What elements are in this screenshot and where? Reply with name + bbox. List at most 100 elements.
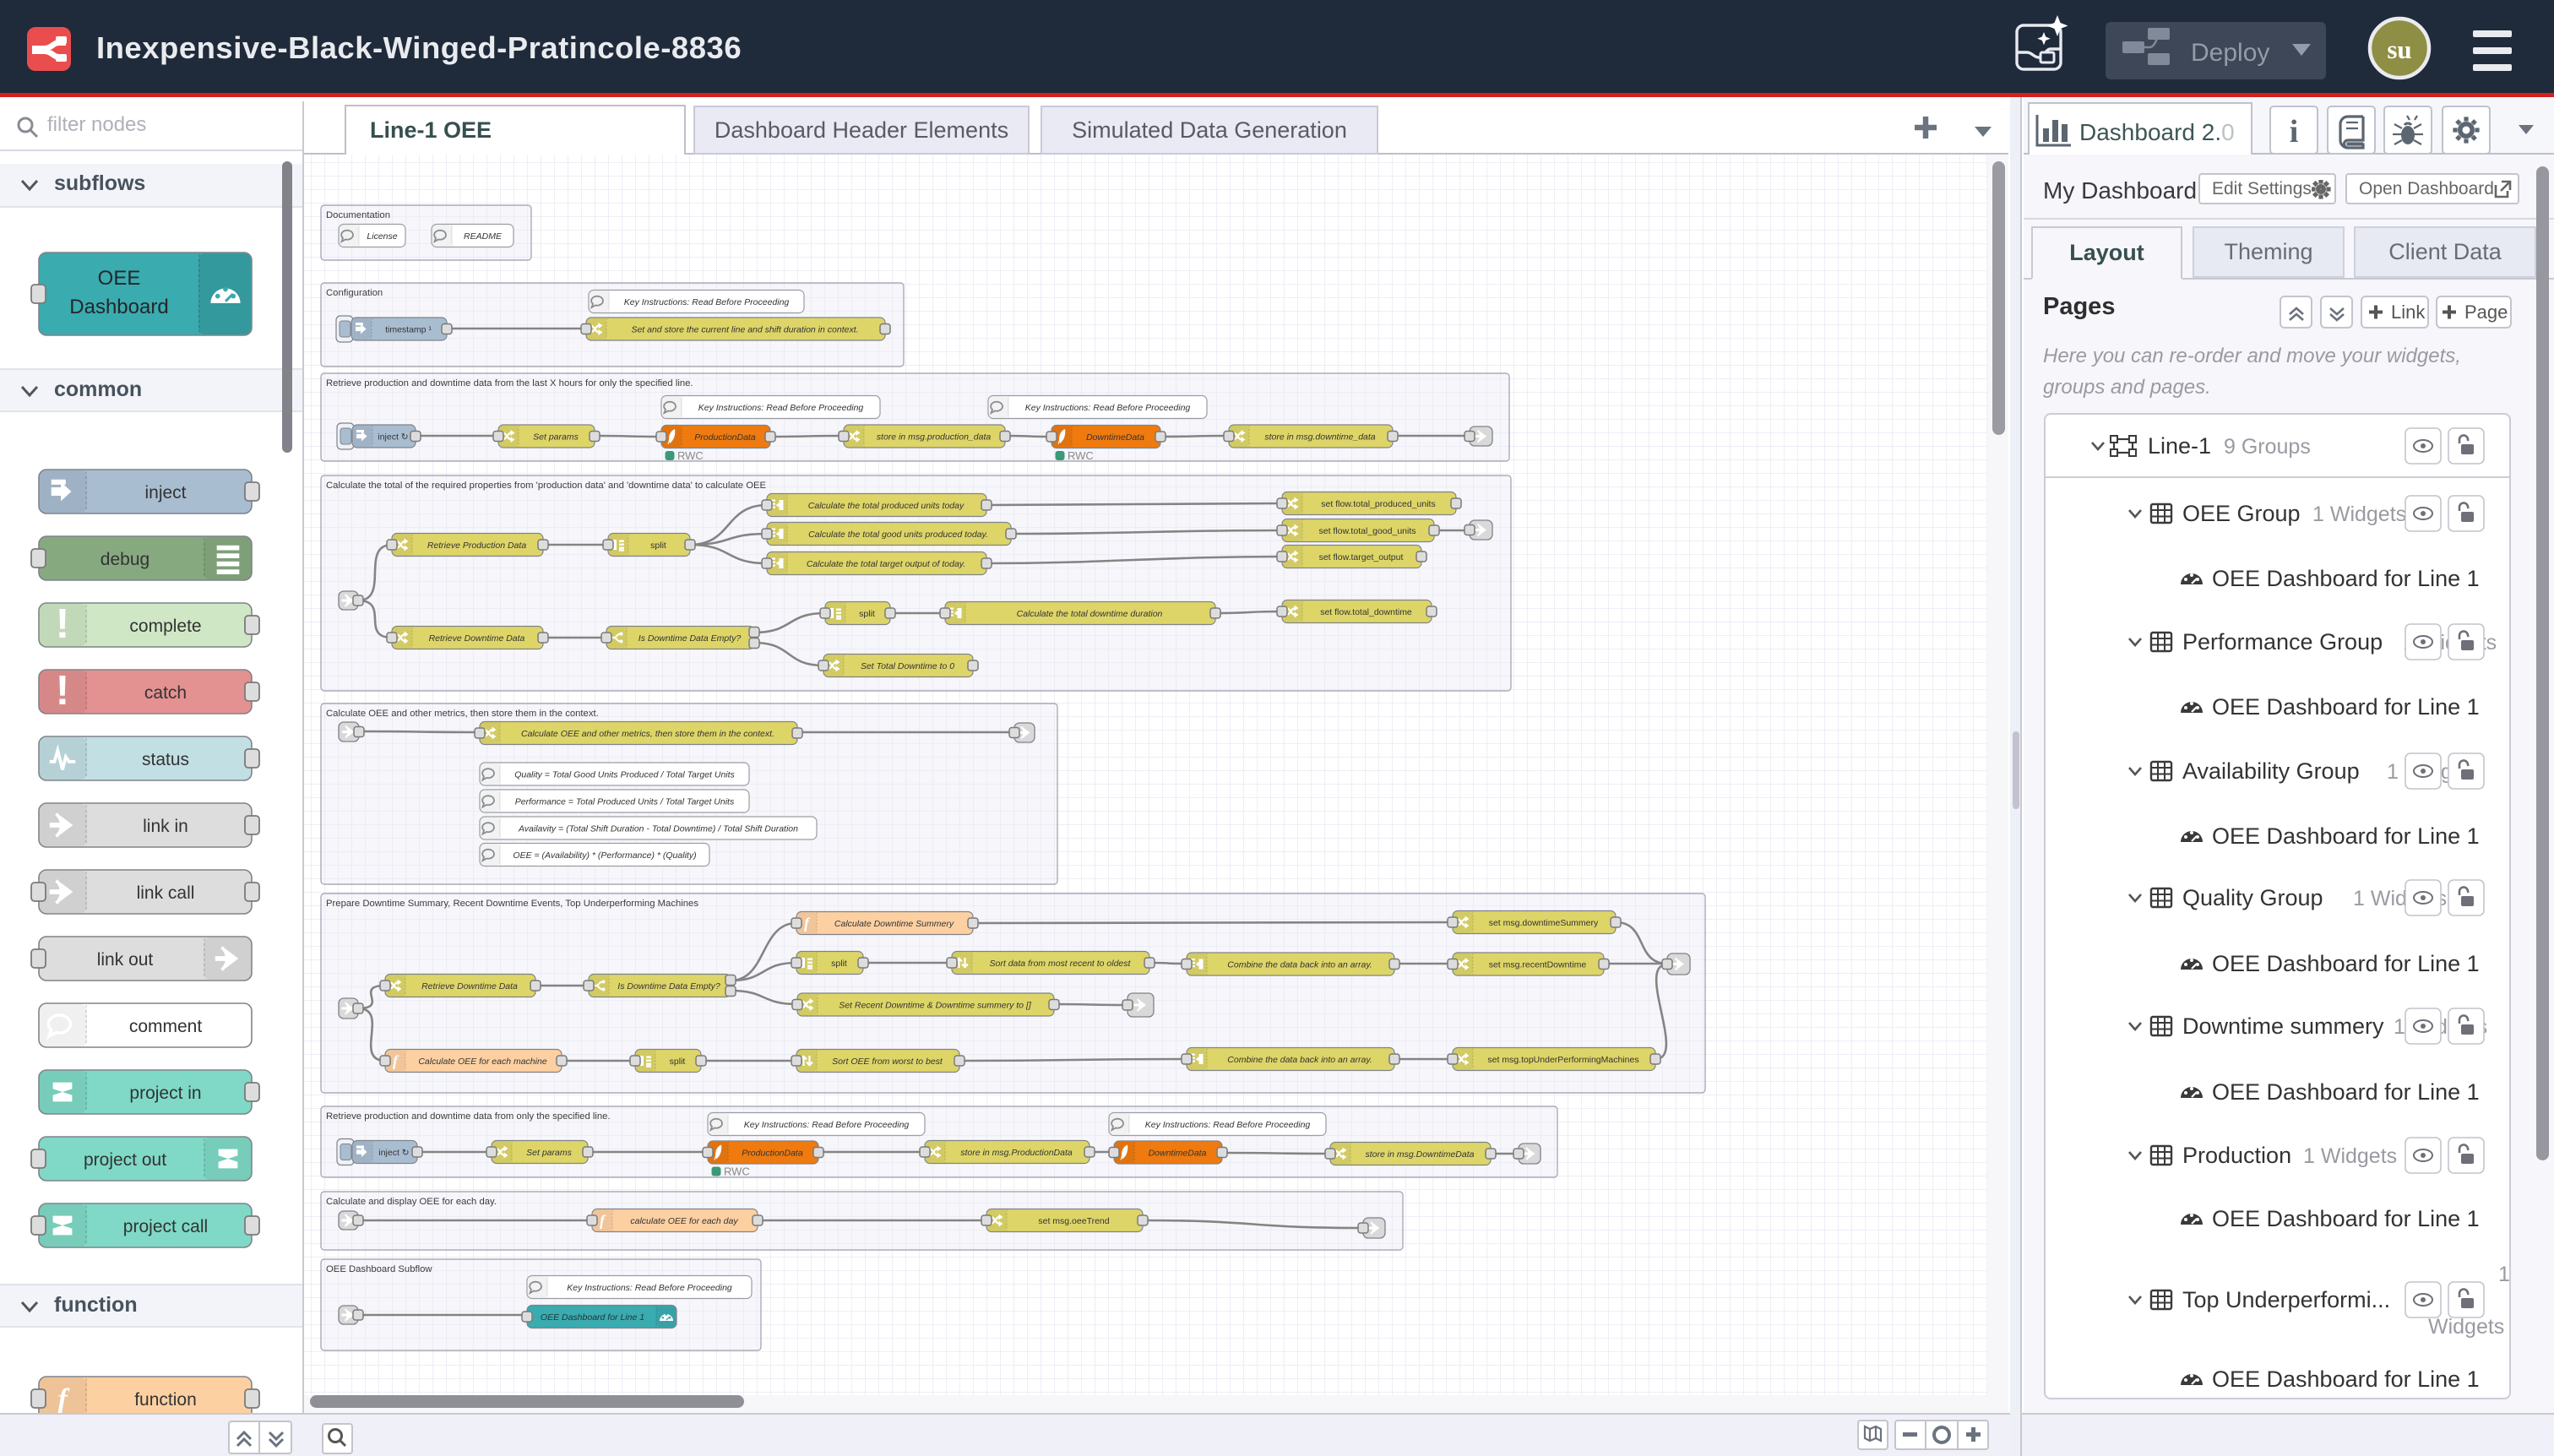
svg-text:split: split (859, 609, 875, 619)
svg-text:RWC: RWC (1068, 449, 1094, 462)
svg-text:project in: project in (129, 1084, 201, 1103)
svg-text:set flow.total_downtime: set flow.total_downtime (1320, 607, 1412, 617)
svg-text:Set Recent Downtime & Downtime: Set Recent Downtime & Downtime summery t… (839, 1001, 1032, 1011)
svg-text:Quality = Total Good Units Pro: Quality = Total Good Units Produced / To… (514, 770, 735, 780)
svg-text:Retrieve Production Data: Retrieve Production Data (427, 541, 526, 551)
svg-text:Calculate the total good units: Calculate the total good units produced … (808, 530, 988, 540)
svg-text:RWC: RWC (724, 1165, 750, 1178)
svg-text:RWC: RWC (677, 449, 704, 462)
svg-text:set msg.recentDowntime: set msg.recentDowntime (1489, 960, 1587, 970)
svg-text:Set Total Downtime to 0: Set Total Downtime to 0 (861, 661, 954, 671)
svg-text:Sort data from most recent to: Sort data from most recent to oldest (990, 959, 1132, 969)
svg-text:store in msg.ProductionData: store in msg.ProductionData (960, 1148, 1073, 1158)
svg-text:Performance Group: Performance Group (2182, 629, 2383, 655)
svg-text:Retrieve Downtime Data: Retrieve Downtime Data (429, 633, 525, 644)
svg-text:Widgets: Widgets (2428, 1315, 2504, 1339)
svg-text:function: function (134, 1390, 197, 1410)
svg-text:README: README (464, 231, 503, 242)
svg-text:Calculate the total of the req: Calculate the total of the required prop… (326, 481, 767, 491)
svg-text:Quality Group: Quality Group (2182, 885, 2323, 910)
svg-text:split: split (831, 959, 847, 969)
svg-text:ProductionData: ProductionData (694, 432, 756, 443)
svg-text:OEE Dashboard for Line 1: OEE Dashboard for Line 1 (2212, 1206, 2480, 1231)
svg-text:1: 1 (2498, 1263, 2510, 1286)
svg-text:!: ! (56, 667, 69, 714)
svg-text:Combine the data back into an: Combine the data back into an array. (1227, 960, 1372, 970)
svg-text:Calculate OEE and other metric: Calculate OEE and other metrics, then st… (326, 709, 599, 719)
svg-text:OEE Dashboard for Line 1: OEE Dashboard for Line 1 (2212, 1079, 2480, 1105)
svg-text:store in msg.downtime_data: store in msg.downtime_data (1264, 432, 1375, 443)
svg-text:Key Instructions: Read Before: Key Instructions: Read Before Proceeding (1025, 403, 1191, 413)
svg-text:link in: link in (143, 817, 188, 836)
svg-text:Documentation: Documentation (326, 210, 390, 220)
svg-text:inject ↻: inject ↻ (378, 432, 408, 443)
svg-text:Downtime summery: Downtime summery (2182, 1013, 2384, 1039)
svg-text:Calculate Downtime Summery: Calculate Downtime Summery (834, 919, 954, 929)
svg-text:DowntimeData: DowntimeData (1086, 432, 1144, 443)
svg-text:su: su (2387, 35, 2411, 64)
svg-text:Calculate the total produced u: Calculate the total produced units today (808, 501, 965, 511)
svg-text:OEE Group: OEE Group (2182, 501, 2301, 526)
svg-text:Key Instructions: Read Before: Key Instructions: Read Before Proceeding (624, 297, 790, 307)
svg-text:!: ! (56, 600, 69, 647)
svg-text:set msg.topUnderPerformingMach: set msg.topUnderPerformingMachines (1487, 1055, 1638, 1065)
svg-text:Is Downtime Data Empty?: Is Downtime Data Empty? (617, 981, 720, 991)
svg-text:Availability Group: Availability Group (2182, 758, 2360, 784)
svg-text:status: status (142, 750, 189, 769)
svg-text:Calculate OEE and other metric: Calculate OEE and other metrics, then st… (521, 729, 774, 739)
svg-text:Top Underperformi...: Top Underperformi... (2182, 1287, 2390, 1312)
svg-text:Key Instructions: Read Before: Key Instructions: Read Before Proceeding (567, 1283, 732, 1293)
svg-text:OEE Dashboard for Line 1: OEE Dashboard for Line 1 (2212, 951, 2480, 976)
svg-text:Key Instructions: Read Before: Key Instructions: Read Before Proceeding (698, 403, 864, 413)
svg-text:comment: comment (129, 1017, 203, 1036)
svg-text:Line-1: Line-1 (2148, 433, 2211, 459)
svg-text:set msg.downtimeSummery: set msg.downtimeSummery (1489, 918, 1599, 928)
svg-text:Key Instructions: Read Before: Key Instructions: Read Before Proceeding (744, 1120, 910, 1130)
svg-text:OEE Dashboard for Line 1: OEE Dashboard for Line 1 (541, 1312, 644, 1323)
svg-text:Retrieve production and downti: Retrieve production and downtime data fr… (326, 1111, 611, 1122)
svg-text:set msg.oeeTrend: set msg.oeeTrend (1038, 1216, 1109, 1226)
svg-text:Calculate OEE for each machine: Calculate OEE for each machine (418, 1057, 546, 1067)
svg-text:store in msg.DowntimeData: store in msg.DowntimeData (1366, 1149, 1475, 1160)
svg-text:Dashboard: Dashboard (69, 296, 168, 318)
svg-text:link out: link out (97, 950, 154, 970)
svg-text:OEE Dashboard for Line 1: OEE Dashboard for Line 1 (2212, 823, 2480, 849)
svg-text:OEE Dashboard Subflow: OEE Dashboard Subflow (326, 1264, 432, 1274)
svg-text:split: split (670, 1057, 686, 1067)
svg-text:Combine the data back into an: Combine the data back into an array. (1227, 1055, 1372, 1065)
svg-text:Prepare Downtime Summary, Rece: Prepare Downtime Summary, Recent Downtim… (326, 899, 698, 909)
svg-text:DowntimeData: DowntimeData (1149, 1149, 1207, 1159)
svg-text:link call: link call (137, 883, 195, 903)
svg-text:9 Groups: 9 Groups (2224, 435, 2311, 459)
svg-text:project call: project call (123, 1217, 208, 1236)
svg-text:inject: inject (144, 483, 186, 503)
svg-text:Production: Production (2182, 1143, 2291, 1168)
svg-text:OEE Dashboard for Line 1: OEE Dashboard for Line 1 (2212, 694, 2480, 720)
svg-text:OEE: OEE (98, 267, 141, 290)
svg-text:Calculate and display OEE for: Calculate and display OEE for each day. (326, 1197, 497, 1207)
svg-text:Set params: Set params (526, 1148, 572, 1158)
svg-text:set flow.total_produced_units: set flow.total_produced_units (1321, 499, 1435, 509)
svg-text:OEE Dashboard for Line 1: OEE Dashboard for Line 1 (2212, 1366, 2480, 1392)
svg-text:Retrieve Downtime Data: Retrieve Downtime Data (421, 981, 518, 991)
svg-text:Deploy: Deploy (2191, 39, 2269, 67)
svg-text:calculate OEE for each day: calculate OEE for each day (630, 1216, 738, 1226)
svg-text:store in msg.production_data: store in msg.production_data (877, 432, 992, 443)
svg-text:Availavity = (Total Shift Dura: Availavity = (Total Shift Duration - Tot… (518, 824, 798, 834)
svg-text:Is Downtime Data Empty?: Is Downtime Data Empty? (638, 633, 742, 644)
svg-text:Calculate the total downtime d: Calculate the total downtime duration (1017, 609, 1163, 619)
svg-text:Retrieve production and downti: Retrieve production and downtime data fr… (326, 378, 693, 388)
svg-text:project out: project out (84, 1150, 166, 1170)
svg-text:set flow.total_good_units: set flow.total_good_units (1319, 526, 1416, 536)
svg-text:Performance = Total Produced U: Performance = Total Produced Units / Tot… (515, 797, 735, 807)
svg-text:OEE = (Availability) * (Perfor: OEE = (Availability) * (Performance) * (… (513, 850, 696, 861)
svg-text:OEE Dashboard for Line 1: OEE Dashboard for Line 1 (2212, 566, 2480, 591)
svg-text:split: split (650, 541, 666, 551)
svg-text:1 Widgets: 1 Widgets (2312, 503, 2406, 526)
svg-text:inject ↻: inject ↻ (378, 1148, 409, 1158)
svg-text:catch: catch (144, 683, 187, 703)
svg-text:debug: debug (101, 550, 149, 569)
svg-text:Configuration: Configuration (326, 288, 383, 298)
svg-text:Calculate the total target out: Calculate the total target output of tod… (807, 559, 965, 569)
svg-text:Set params: Set params (533, 432, 579, 443)
